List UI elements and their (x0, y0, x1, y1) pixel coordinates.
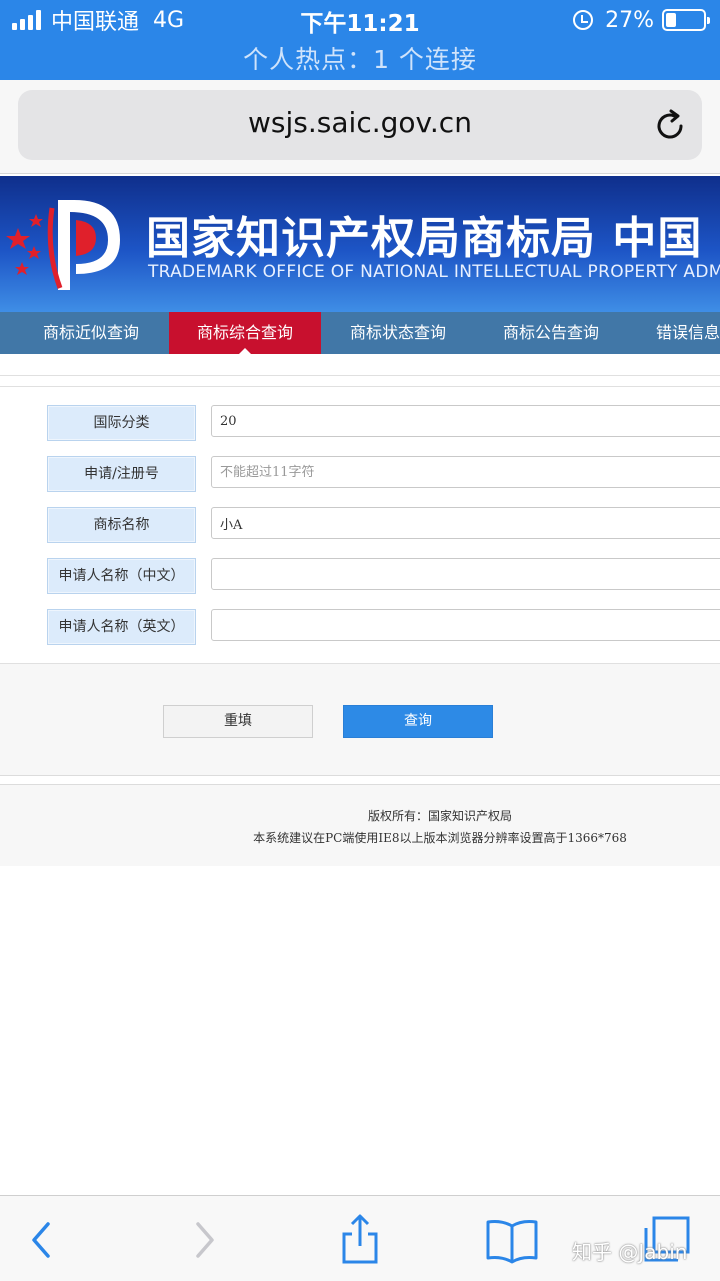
intl-class-input[interactable] (211, 405, 720, 437)
nav-item-status-search[interactable]: 商标状态查询 (322, 312, 474, 354)
status-right: 27% (573, 6, 710, 34)
form-row-intl-class: 国际分类 (0, 405, 720, 441)
form-actions: 重填 查询 (0, 664, 720, 776)
field-label: 商标名称 (47, 507, 196, 543)
status-bar: 中国联通 4G 下午11:21 27% 个人热点：1 个连接 (0, 0, 720, 80)
copyright-text: 版权所有：国家知识产权局 (367, 809, 512, 823)
nav-item-announcement-search[interactable]: 商标公告查询 (475, 312, 627, 354)
trademark-name-input[interactable] (211, 507, 720, 539)
search-form: 国际分类 申请/注册号 商标名称 申请人名称（中文） 申请人名称（英文） (0, 388, 720, 664)
hotspot-banner[interactable]: 个人热点：1 个连接 (0, 40, 720, 76)
site-banner: 国家知识产权局商标局 中国 TRADEMARK OFFICE OF NATION… (0, 176, 720, 312)
banner-title-cn: 国家知识产权局商标局 中国 (146, 213, 703, 264)
main-nav: 商标近似查询 商标综合查询 商标状态查询 商标公告查询 错误信息 (0, 312, 720, 354)
address-bar[interactable]: wsjs.saic.gov.cn (18, 90, 702, 160)
applicant-cn-input[interactable] (211, 558, 720, 590)
form-row-applicant-en: 申请人名称（英文） (0, 609, 720, 645)
divider (0, 386, 720, 387)
applicant-en-input[interactable] (211, 609, 720, 641)
bookmarks-icon[interactable] (482, 1210, 542, 1270)
battery-percent: 27% (605, 7, 654, 33)
form-row-trademark-name: 商标名称 (0, 507, 720, 543)
reload-icon[interactable] (652, 108, 688, 144)
cnipa-logo-icon (6, 200, 120, 290)
field-label: 申请/注册号 (47, 456, 196, 492)
form-row-applicant-cn: 申请人名称（中文） (0, 558, 720, 594)
watermark: 知乎 @Jabin (572, 1240, 688, 1264)
nav-item-comprehensive-search[interactable]: 商标综合查询 (169, 312, 321, 354)
address-bar-area: wsjs.saic.gov.cn (0, 80, 720, 174)
nav-item-error-info[interactable]: 错误信息 (629, 312, 720, 354)
battery-icon (662, 9, 710, 31)
field-label: 申请人名称（中文） (47, 558, 196, 594)
divider (0, 375, 720, 376)
alarm-icon (573, 10, 594, 30)
share-icon[interactable] (330, 1210, 390, 1270)
reset-button[interactable]: 重填 (163, 705, 313, 738)
reg-number-input[interactable] (211, 456, 720, 488)
browser-note-text: 本系统建议在PC端使用IE8以上版本浏览器分辨率设置高于1366*768 (253, 831, 627, 845)
site-footer: 版权所有：国家知识产权局 本系统建议在PC端使用IE8以上版本浏览器分辨率设置高… (0, 784, 720, 866)
field-label: 国际分类 (47, 405, 196, 441)
url-text[interactable]: wsjs.saic.gov.cn (18, 106, 702, 139)
field-label: 申请人名称（英文） (47, 609, 196, 645)
forward-icon (196, 1222, 214, 1258)
query-button[interactable]: 查询 (343, 705, 493, 738)
banner-title-en: TRADEMARK OFFICE OF NATIONAL INTELLECTUA… (148, 262, 720, 282)
nav-item-similar-search[interactable]: 商标近似查询 (15, 312, 167, 354)
back-icon[interactable] (12, 1210, 72, 1270)
form-row-reg-number: 申请/注册号 (0, 456, 720, 492)
